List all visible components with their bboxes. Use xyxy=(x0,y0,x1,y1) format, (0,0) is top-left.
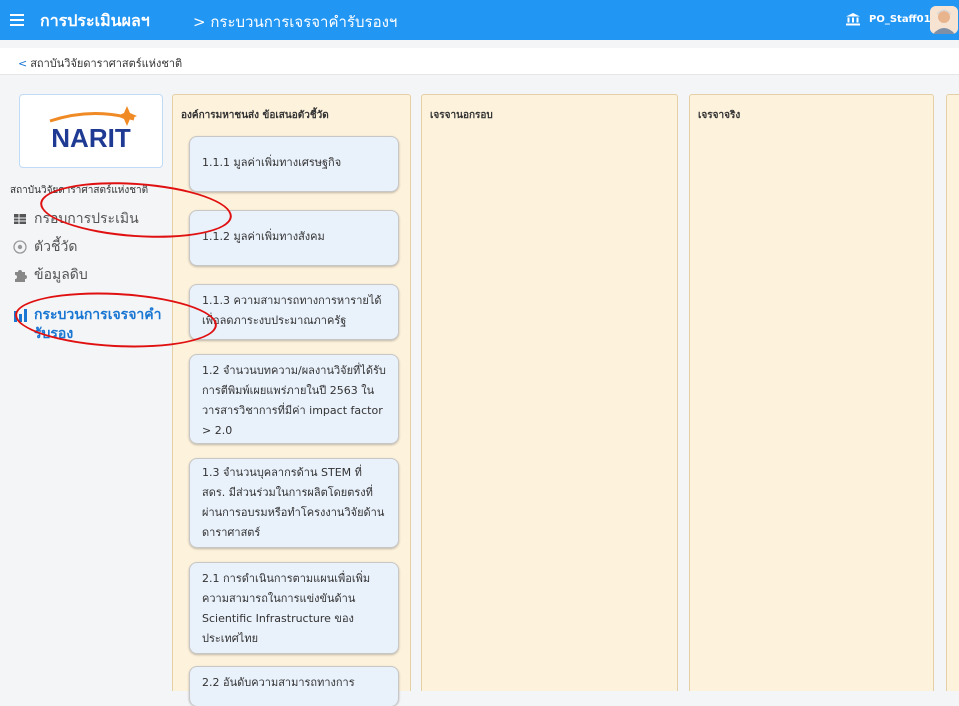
card-text: 1.1.1 มูลค่าเพิ่มทางเศรษฐกิจ xyxy=(202,156,342,169)
sidebar-item-label: กระบวนการเจรจาคำรับรอง xyxy=(34,307,162,342)
hamburger-icon[interactable] xyxy=(10,11,24,29)
sidebar-item-negotiation[interactable]: กระบวนการเจรจาคำรับรอง xyxy=(12,306,174,344)
org-name: สถาบันวิจัยดาราศาสตร์แห่งชาติ xyxy=(10,185,149,196)
back-link-label: สถาบันวิจัยดาราศาสตร์แห่งชาติ xyxy=(30,57,183,70)
chevron-left-icon: < xyxy=(18,57,28,70)
sidebar-item-framework[interactable]: กรอบการประเมิน xyxy=(12,208,139,230)
sidebar-item-label: ข้อมูลดิบ xyxy=(34,267,88,283)
logo-text: NARIT xyxy=(51,123,131,153)
card-text: 1.1.3 ความสามารถทางการหารายได้ เพื่อลดภา… xyxy=(202,294,382,327)
app-title[interactable]: การประเมินผลฯ xyxy=(40,9,150,34)
kpi-card[interactable]: 2.2 อันดับความสามารถทางการ xyxy=(189,666,399,706)
kpi-card[interactable]: 1.1.1 มูลค่าเพิ่มทางเศรษฐกิจ xyxy=(189,136,399,192)
sidebar: NARIT สถาบันวิจัยดาราศาสตร์แห่งชาติ กรอบ… xyxy=(0,84,172,690)
column-actual-negotiation: เจรจาจริง xyxy=(689,94,934,691)
kpi-card[interactable]: 1.2 จำนวนบทความ/ผลงานวิจัยที่ได้รับการตี… xyxy=(189,354,399,444)
sidebar-item-raw-data[interactable]: ข้อมูลดิบ xyxy=(12,264,88,286)
card-text: 1.1.2 มูลค่าเพิ่มทางสังคม xyxy=(202,230,325,243)
column-title: เจรจานอกรอบ xyxy=(430,110,493,121)
chart-bar-icon xyxy=(14,309,27,322)
top-app-bar: การประเมินผลฯ > กระบวนการเจรจาคำรับรองฯ … xyxy=(0,0,959,40)
back-bar: < สถาบันวิจัยดาราศาสตร์แห่งชาติ xyxy=(0,48,959,75)
kpi-card[interactable]: 1.1.2 มูลค่าเพิ่มทางสังคม xyxy=(189,210,399,266)
username[interactable]: PO_Staff01 xyxy=(869,14,931,25)
card-text: 2.1 การดำเนินการตามแผนเพื่อเพิ่มความสามา… xyxy=(202,572,371,645)
org-logo: NARIT xyxy=(19,94,163,168)
kpi-card[interactable]: 2.1 การดำเนินการตามแผนเพื่อเพิ่มความสามา… xyxy=(189,562,399,654)
card-text: 1.3 จำนวนบุคลากรด้าน STEM ที่ สดร. มีส่ว… xyxy=(202,466,385,539)
sidebar-item-label: กรอบการประเมิน xyxy=(34,211,139,227)
puzzle-icon xyxy=(15,270,27,282)
user-avatar[interactable] xyxy=(930,6,958,34)
table-icon xyxy=(14,214,26,224)
column-title: องค์การมหาชนส่ง ข้อเสนอตัวชี้วัด xyxy=(181,110,329,121)
card-text: 2.2 อันดับความสามารถทางการ xyxy=(202,676,355,689)
column-next xyxy=(946,94,959,691)
target-icon xyxy=(13,240,27,254)
kpi-card[interactable]: 1.1.3 ความสามารถทางการหารายได้ เพื่อลดภา… xyxy=(189,284,399,340)
column-title: เจรจาจริง xyxy=(698,110,741,121)
column-informal-negotiation: เจรจานอกรอบ xyxy=(421,94,678,691)
sidebar-item-indicators[interactable]: ตัวชี้วัด xyxy=(12,236,77,258)
card-text: 1.2 จำนวนบทความ/ผลงานวิจัยที่ได้รับการตี… xyxy=(202,364,386,437)
bank-icon xyxy=(846,13,860,26)
kpi-card[interactable]: 1.3 จำนวนบุคลากรด้าน STEM ที่ สดร. มีส่ว… xyxy=(189,458,399,548)
sidebar-item-label: ตัวชี้วัด xyxy=(34,239,78,255)
back-link[interactable]: < สถาบันวิจัยดาราศาสตร์แห่งชาติ xyxy=(18,54,182,72)
breadcrumb-title: > กระบวนการเจรจาคำรับรองฯ xyxy=(193,13,398,31)
